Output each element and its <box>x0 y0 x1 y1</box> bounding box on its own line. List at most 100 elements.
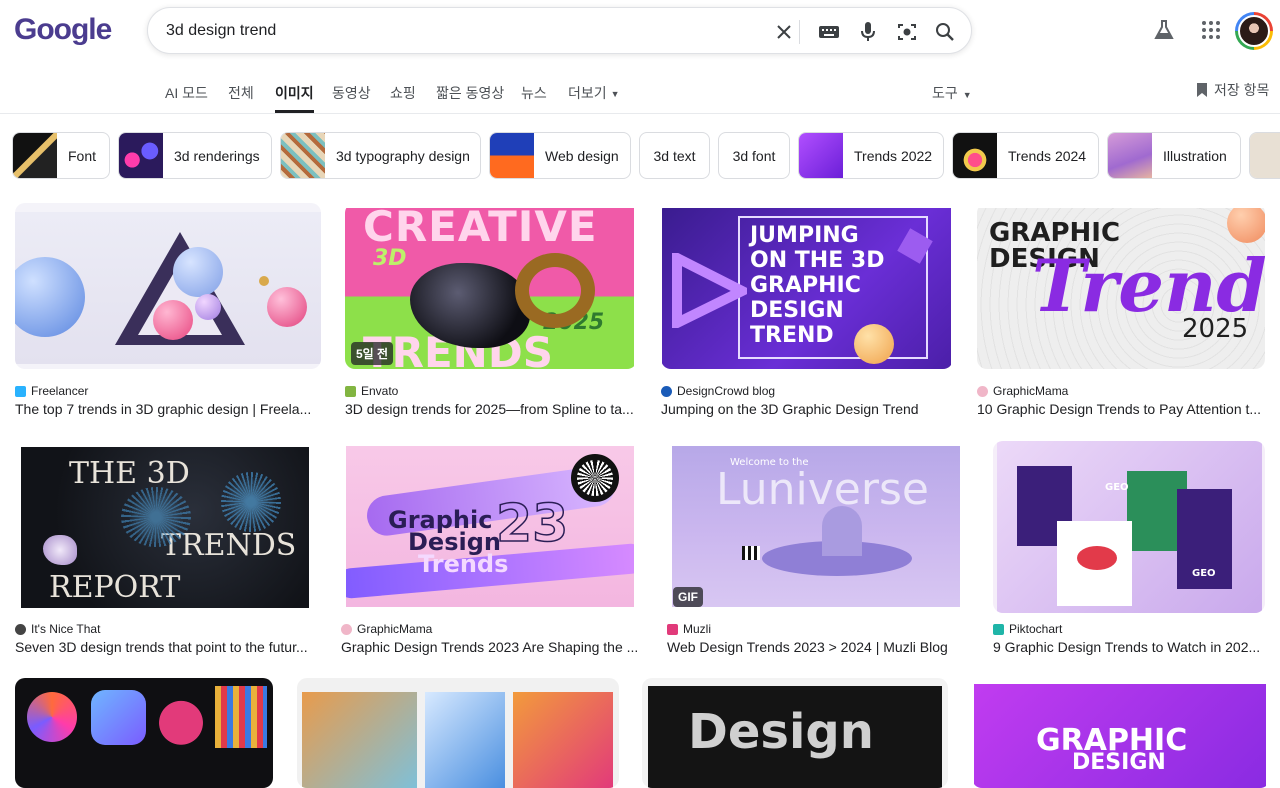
art-line-1: THE 3D <box>69 456 190 491</box>
image-result[interactable]: Welcome to the Luniverse GIF Muzli Web D… <box>667 441 967 663</box>
caret-down-icon: ▼ <box>610 89 620 100</box>
result-source[interactable]: GraphicMama <box>977 384 1068 398</box>
chip-3d-typography-design[interactable]: 3d typography design <box>280 132 481 179</box>
result-thumbnail: JUMPING ON THE 3D GRAPHIC DESIGN TREND <box>661 203 953 369</box>
chip-font[interactable]: Font <box>12 132 110 179</box>
chip-thumbnail <box>953 133 997 178</box>
thumbnail-art: GRAPHIC DESIGN <box>974 684 1266 788</box>
google-logo[interactable]: Google <box>0 0 120 50</box>
thumbnail-art: GRAPHIC DESIGN Trends 2025 <box>977 208 1265 369</box>
chip-label: 3d font <box>732 147 776 164</box>
result-title[interactable]: Web Design Trends 2023 > 2024 | Muzli Bl… <box>667 639 967 655</box>
logo-doodle-ribbon <box>0 0 120 14</box>
result-source[interactable]: DesignCrowd blog <box>661 384 775 398</box>
result-title[interactable]: 3D design trends for 2025—from Spline to… <box>345 401 637 417</box>
image-result[interactable]: CREATIVE 3D 2025 TRENDS 5일 전 Envato 3D d… <box>345 203 637 425</box>
chip-3d-renderings[interactable]: 3d renderings <box>118 132 272 179</box>
art-3d-text: 3D <box>373 246 407 271</box>
graphicmama-favicon-icon <box>977 385 988 397</box>
tab-shopping[interactable]: 쇼핑 <box>390 83 416 113</box>
sphere <box>195 294 221 320</box>
result-thumbnail: GRAPHIC DESIGN <box>972 678 1270 788</box>
image-result[interactable]: JUMPING ON THE 3D GRAPHIC DESIGN TREND Desig… <box>661 203 953 425</box>
art-geo-text: GEO <box>1192 568 1216 579</box>
chip-trends-2022[interactable]: Trends 2022 <box>798 132 944 179</box>
result-title[interactable]: Seven 3D design trends that point to the… <box>15 639 315 655</box>
lips-shape <box>1077 546 1117 570</box>
thumbnail-art: Design <box>648 686 942 788</box>
thumbnail-art <box>27 692 77 742</box>
image-result[interactable]: Design <box>642 678 948 788</box>
tab-all[interactable]: 전체 <box>228 83 254 113</box>
result-title[interactable]: Graphic Design Trends 2023 Are Shaping t… <box>341 639 639 655</box>
caret-down-icon: ▼ <box>962 90 972 100</box>
age-badge: 5일 전 <box>351 342 394 365</box>
result-source[interactable]: Envato <box>345 384 398 398</box>
result-source[interactable]: Muzli <box>667 622 711 636</box>
source-name: It's Nice That <box>31 622 101 636</box>
sphere <box>854 324 894 364</box>
tools-button[interactable]: 도구 ▼ <box>932 83 972 103</box>
result-source[interactable]: It's Nice That <box>15 622 100 636</box>
tab-short-videos[interactable]: 짧은 동영상 <box>436 83 504 113</box>
art-line-3: Trends <box>418 550 509 578</box>
keyboard-icon[interactable] <box>816 19 842 45</box>
result-title[interactable]: 10 Graphic Design Trends to Pay Attentio… <box>977 401 1262 417</box>
tab-videos[interactable]: 동영상 <box>332 83 371 113</box>
art-line-3: REPORT <box>49 570 181 605</box>
search-icon[interactable] <box>932 19 958 45</box>
chip-illustration[interactable]: Illustration <box>1107 132 1241 179</box>
chip-web-design[interactable]: Web design <box>489 132 631 179</box>
close-icon[interactable] <box>771 19 797 45</box>
arch-shape <box>822 506 862 556</box>
triangle-shape <box>672 253 747 328</box>
camera-lens-icon[interactable] <box>894 19 920 45</box>
thumbnail-art <box>155 688 207 746</box>
result-source[interactable]: Piktochart <box>993 622 1062 636</box>
piktochart-favicon-icon <box>993 623 1004 635</box>
envato-favicon-icon <box>345 385 356 397</box>
thumbnail-art <box>15 212 321 364</box>
chip-label: Font <box>68 147 97 164</box>
chip-thumbnail <box>799 133 843 178</box>
image-result[interactable]: THE 3D TRENDS REPORT It's Nice That Seve… <box>15 441 315 663</box>
tab-more[interactable]: 더보기 ▼ <box>568 83 620 113</box>
image-result[interactable]: GEO GEO Piktochart 9 Graphic Design Tren… <box>993 441 1265 663</box>
result-title[interactable]: 9 Graphic Design Trends to Watch in 202.… <box>993 639 1263 655</box>
chip-label: 3d renderings <box>174 147 260 164</box>
result-source[interactable]: GraphicMama <box>341 622 432 636</box>
image-result[interactable]: Freelancer The top 7 trends in 3D graphi… <box>15 203 321 425</box>
search-box[interactable] <box>147 7 972 54</box>
result-source[interactable]: Freelancer <box>15 384 88 398</box>
flask-icon[interactable] <box>1150 16 1178 44</box>
chip-3d-font[interactable]: 3d font <box>718 132 790 179</box>
account-avatar[interactable] <box>1235 12 1273 50</box>
saved-items-label: 저장 항목 <box>1214 82 1270 98</box>
apps-grid-icon[interactable] <box>1197 16 1225 44</box>
tab-ai-mode[interactable]: AI 모드 <box>165 83 208 113</box>
tab-news[interactable]: 뉴스 <box>521 83 547 113</box>
chip-3d-text[interactable]: 3d text <box>639 132 710 179</box>
image-result[interactable] <box>297 678 619 788</box>
sphere <box>153 300 193 340</box>
image-result[interactable]: Graphic Design Trends 23 GraphicMama Gra… <box>341 441 641 663</box>
thumbnail-art <box>513 692 613 788</box>
chip-trends-2024[interactable]: Trends 2024 <box>952 132 1099 179</box>
chip-label: 3d typography design <box>336 147 470 164</box>
result-thumbnail <box>15 203 321 369</box>
saved-items-button[interactable]: 저장 항목 <box>1196 80 1269 100</box>
chip-overflow[interactable] <box>1249 132 1280 179</box>
result-title[interactable]: The top 7 trends in 3D graphic design | … <box>15 401 315 417</box>
result-thumbnail: GEO GEO <box>993 441 1265 613</box>
image-result[interactable]: GRAPHIC DESIGN Trends 2025 GraphicMama 1… <box>977 203 1265 425</box>
result-title[interactable]: Jumping on the 3D Graphic Design Trend <box>661 401 953 417</box>
image-result[interactable]: GRAPHIC DESIGN <box>972 678 1270 788</box>
image-result[interactable] <box>15 678 273 788</box>
art-title-text: Luniverse <box>716 464 929 515</box>
microphone-icon[interactable] <box>855 19 881 45</box>
thumbnail-art <box>215 686 267 748</box>
art-headline-line: GRAPHIC <box>750 273 861 298</box>
search-input[interactable] <box>166 20 756 42</box>
tab-images[interactable]: 이미지 <box>275 83 314 113</box>
designcrowd-favicon-icon <box>661 385 672 397</box>
